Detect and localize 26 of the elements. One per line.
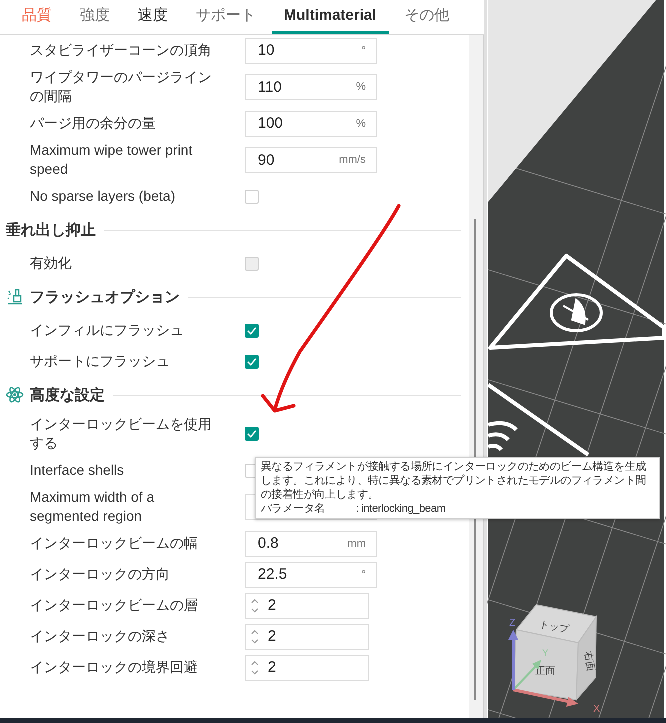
setting-label: Interface shells [30, 461, 126, 480]
setting-label: インフィルにフラッシュ [30, 321, 185, 340]
setting-label: パージ用の余分の量 [30, 114, 157, 133]
setting-label: インターロックの深さ [30, 627, 171, 646]
setting-label: Maximum width of a segmented region [30, 488, 156, 526]
setting-label: インターロックの境界回避 [30, 658, 199, 677]
setting-label: インターロックビームの幅 [30, 534, 199, 553]
setting-label: インターロックの方向 [30, 565, 171, 584]
axis-label: Z [510, 618, 516, 629]
setting-label: No sparse layers (beta) [30, 187, 177, 206]
axis-label: X [594, 704, 600, 715]
section-title: フラッシュオプション [30, 288, 180, 306]
section-title: 垂れ出し抑止 [6, 220, 96, 240]
setting-label: インターロックビームを使用する [30, 415, 213, 453]
axis-label: Y [542, 648, 549, 658]
param-label: パラメータ名 [261, 502, 326, 516]
cube-face-label: 右面 [582, 650, 596, 672]
section-title: 高度な設定 [30, 386, 105, 404]
setting-label: 有効化 [30, 254, 73, 273]
param-value: : interlocking_beam [356, 502, 446, 516]
setting-label: ワイプタワーのパージラインの間隔 [30, 68, 213, 106]
setting-label: スタビライザーコーンの頂角 [30, 41, 213, 60]
setting-label: サポートにフラッシュ [30, 352, 171, 371]
setting-label: インターロックビームの層 [30, 596, 199, 615]
setting-label: Maximum wipe tower print speed [30, 141, 194, 179]
cube-face-label: トップ [538, 618, 570, 636]
